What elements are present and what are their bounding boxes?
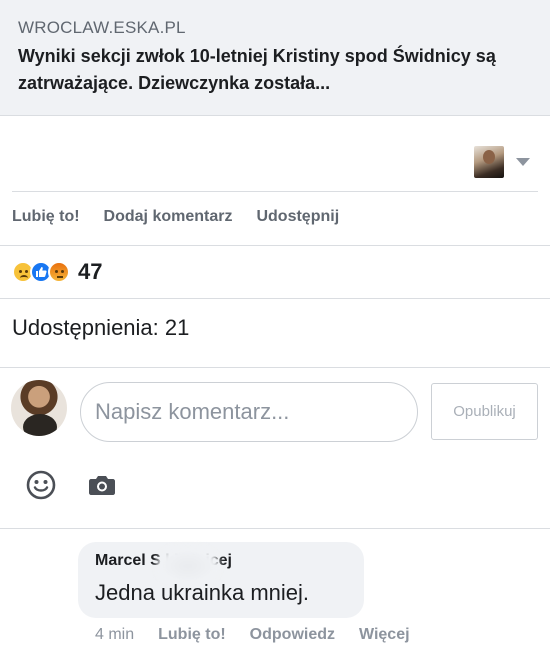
link-preview[interactable]: WROCLAW.ESKA.PL Wyniki sekcji zwłok 10-l… — [0, 0, 550, 116]
avatar — [11, 380, 67, 436]
comment-like-button[interactable]: Lubię to! — [158, 626, 226, 644]
comment-timestamp[interactable]: 4 min — [95, 626, 134, 644]
divider — [0, 367, 550, 368]
shares-count[interactable]: Udostępnienia: 21 — [12, 315, 189, 341]
angry-reaction-icon — [48, 261, 70, 283]
reaction-count: 47 — [78, 259, 103, 284]
post-actions: Lubię to! Dodaj komentarz Udostępnij — [12, 208, 339, 226]
publish-button[interactable]: Opublikuj — [431, 383, 538, 440]
comment-text: Jedna ukrainka mniej. — [95, 580, 310, 605]
more-button[interactable]: Więcej — [359, 626, 410, 644]
divider — [12, 191, 538, 192]
avatar — [474, 146, 504, 178]
divider — [0, 245, 550, 246]
divider — [0, 528, 550, 529]
comment-bubble[interactable]: Marcel S ki Majcej Jedna ukrainka mniej. — [78, 542, 364, 618]
thumbs-up-icon — [36, 267, 47, 277]
link-domain: WROCLAW.ESKA.PL — [18, 18, 186, 37]
emoji-icon[interactable] — [26, 470, 56, 500]
reply-button[interactable]: Odpowiedz — [250, 626, 335, 644]
divider — [0, 298, 550, 299]
comment-meta: 4 min Lubię to! Odpowiedz Więcej — [95, 626, 410, 644]
link-title[interactable]: Wyniki sekcji zwłok 10-letniej Kristiny … — [18, 43, 538, 97]
camera-icon[interactable] — [87, 470, 117, 500]
chevron-down-icon[interactable] — [516, 158, 530, 166]
add-comment-button[interactable]: Dodaj komentarz — [104, 208, 233, 226]
comment-input[interactable] — [80, 382, 418, 442]
like-button[interactable]: Lubię to! — [12, 208, 80, 226]
share-button[interactable]: Udostępnij — [256, 208, 339, 226]
reactions-summary[interactable]: 47 — [12, 259, 102, 285]
audience-selector[interactable] — [474, 146, 530, 178]
